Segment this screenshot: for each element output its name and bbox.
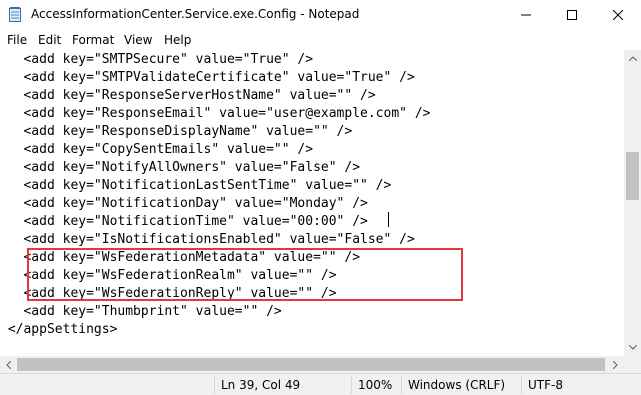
minimize-icon [521, 14, 531, 16]
code-line: <add key="NotifyAllOwners" value="False"… [0, 160, 361, 175]
status-divider [401, 376, 402, 394]
status-bar: Ln 39, Col 49 100% Windows (CRLF) UTF-8 [0, 373, 641, 395]
text-editor[interactable]: <add key="SMTPSecure" value="True" /> <a… [0, 50, 624, 356]
horizontal-scroll-thumb[interactable] [17, 358, 605, 371]
menu-bar: File Edit Format View Help [0, 30, 641, 50]
code-line: <add key="NotificationLastSentTime" valu… [0, 178, 392, 193]
status-line-ending: Windows (CRLF) [408, 378, 506, 392]
chevron-right-icon [613, 360, 618, 369]
scroll-up-button[interactable] [624, 50, 641, 67]
menu-help[interactable]: Help [164, 33, 191, 47]
status-encoding: UTF-8 [528, 378, 563, 392]
scroll-right-button[interactable] [607, 356, 624, 373]
menu-edit[interactable]: Edit [38, 33, 61, 47]
highlight-box [27, 248, 463, 301]
chevron-up-icon [628, 56, 637, 61]
code-line: <add key="SMTPValidateCertificate" value… [0, 70, 415, 85]
code-line: <add key="Thumbprint" value="" /> [0, 304, 282, 319]
vertical-scrollbar[interactable] [624, 50, 641, 356]
close-icon [613, 10, 623, 20]
menu-file[interactable]: File [7, 33, 27, 47]
menu-format[interactable]: Format [72, 33, 114, 47]
code-line: <add key="NotificationDay" value="Monday… [0, 196, 368, 211]
close-button[interactable] [595, 0, 641, 30]
title-bar[interactable]: AccessInformationCenter.Service.exe.Conf… [0, 0, 641, 30]
text-caret [388, 212, 389, 227]
status-zoom: 100% [358, 378, 393, 392]
code-line: <add key="CopySentEmails" value="" /> [0, 142, 314, 157]
status-cursor-position: Ln 39, Col 49 [221, 378, 301, 392]
status-divider [214, 376, 215, 394]
minimize-button[interactable] [503, 0, 549, 30]
code-line: <add key="ResponseServerHostName" value=… [0, 88, 376, 103]
scroll-down-button[interactable] [624, 339, 641, 356]
menu-view[interactable]: View [124, 33, 152, 47]
chevron-left-icon [6, 360, 11, 369]
code-line: <add key="ResponseEmail" value="user@exa… [0, 106, 431, 121]
status-divider [521, 376, 522, 394]
scroll-left-button[interactable] [0, 356, 17, 373]
window-title: AccessInformationCenter.Service.exe.Conf… [31, 7, 360, 21]
status-divider [351, 376, 352, 394]
code-line: <add key="SMTPSecure" value="True" /> [0, 52, 314, 67]
code-line: <add key="IsNotificationsEnabled" value=… [0, 232, 415, 247]
code-line: </appSettings> [0, 322, 118, 337]
code-line: <add key="ResponseDisplayName" value="" … [0, 124, 353, 139]
maximize-icon [567, 10, 577, 20]
code-line: <add key="NotificationTime" value="00:00… [0, 214, 368, 229]
vertical-scroll-thumb[interactable] [626, 152, 639, 200]
horizontal-scrollbar[interactable] [0, 356, 624, 373]
maximize-button[interactable] [549, 0, 595, 30]
chevron-down-icon [628, 345, 637, 350]
notepad-icon [9, 7, 21, 22]
scrollbar-corner [624, 356, 641, 373]
